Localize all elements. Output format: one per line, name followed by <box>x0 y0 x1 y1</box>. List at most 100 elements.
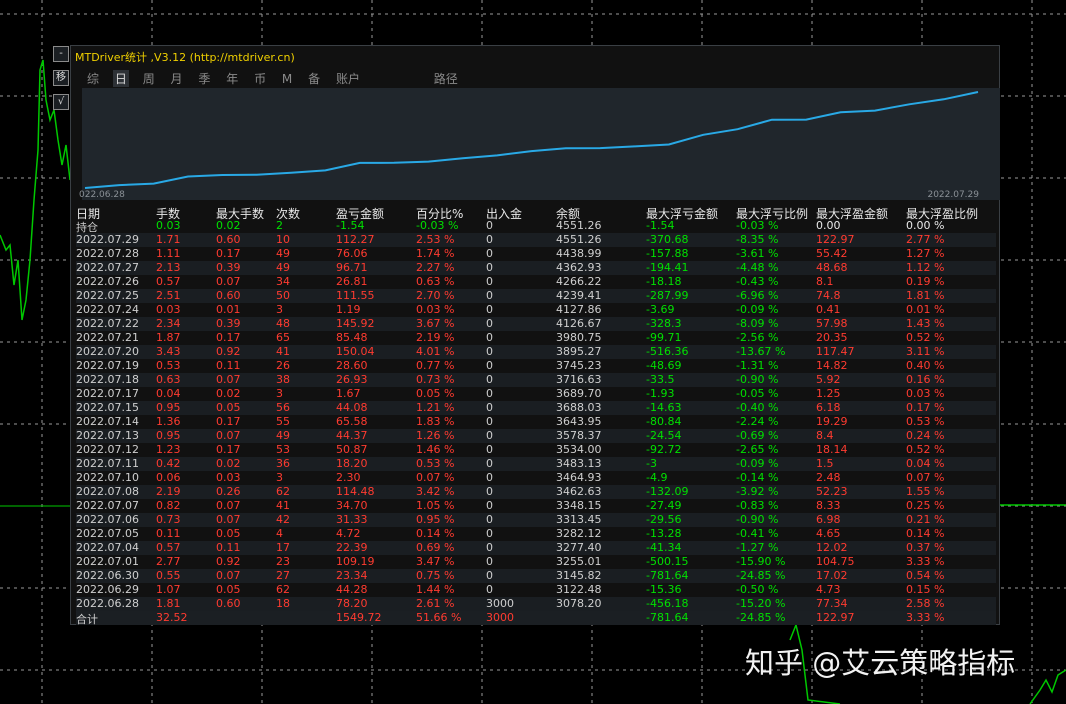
cell-max-lots: 0.17 <box>216 443 241 456</box>
cell-max-float-profit-pct: 3.33 % <box>906 611 945 624</box>
table-row[interactable]: 2022.06.28 1.81 0.60 18 78.20 2.61 % 3000 3078.… <box>76 597 996 611</box>
table-row[interactable]: 2022.06.30 0.55 0.07 27 23.34 0.75 % 0 3145.82 -… <box>76 569 996 583</box>
table-row[interactable]: 2022.07.26 0.57 0.07 34 26.81 0.63 % 0 4266.22 -… <box>76 275 996 289</box>
table-row[interactable]: 2022.07.08 2.19 0.26 62 114.48 3.42 % 0 3462.63… <box>76 485 996 499</box>
table-row[interactable]: 2022.07.28 1.11 0.17 49 76.06 1.74 % 0 4438.99 -… <box>76 247 996 261</box>
cell-max-float-profit-pct: 3.33 % <box>906 555 945 568</box>
cell-lots: 1.36 <box>156 415 181 428</box>
table-row[interactable]: 2022.07.29 1.71 0.60 10 112.27 2.53 % 0 4551.26… <box>76 233 996 247</box>
table-row[interactable]: 2022.07.20 3.43 0.92 41 150.04 4.01 % 0 3895.27… <box>76 345 996 359</box>
tab-month[interactable]: 月 <box>169 70 185 87</box>
cell-lots: 0.82 <box>156 499 181 512</box>
cell-max-float-loss-pct: -3.61 % <box>736 247 779 260</box>
cell-date: 2022.07.20 <box>76 345 139 358</box>
cell-max-float-profit: 1.5 <box>816 457 834 470</box>
cell-pnl: 26.81 <box>336 275 368 288</box>
tab-path[interactable]: 路径 <box>432 70 460 87</box>
table-row[interactable]: 2022.07.01 2.77 0.92 23 109.19 3.47 % 0 3255.01… <box>76 555 996 569</box>
cell-max-lots: 0.05 <box>216 401 241 414</box>
cell-pnl: 1.67 <box>336 387 361 400</box>
table-row[interactable]: 2022.07.22 2.34 0.39 48 145.92 3.67 % 0 4126.67… <box>76 317 996 331</box>
cell-date: 2022.07.26 <box>76 275 139 288</box>
table-row[interactable]: 2022.07.27 2.13 0.39 49 96.71 2.27 % 0 4362.93 -… <box>76 261 996 275</box>
cell-pnl: 4.72 <box>336 527 361 540</box>
window-title: MTDriver统计 ,V3.12 (http://mtdriver.cn) <box>75 51 295 64</box>
cell-date: 2022.07.28 <box>76 247 139 260</box>
cell-count: 48 <box>276 317 290 330</box>
table-row[interactable]: 2022.07.15 0.95 0.05 56 44.08 1.21 % 0 3688.03 -… <box>76 401 996 415</box>
cell-balance: 4239.41 <box>556 289 602 302</box>
cell-pnl: 112.27 <box>336 233 375 246</box>
table-row[interactable]: 2022.06.29 1.07 0.05 62 44.28 1.44 % 0 3122.48 -… <box>76 583 996 597</box>
tab-account[interactable]: 账户 <box>334 70 362 87</box>
tab-day[interactable]: 日 <box>112 70 129 87</box>
cell-max-float-profit-pct: 0.25 % <box>906 499 945 512</box>
cell-max-float-profit-pct: 2.77 % <box>906 233 945 246</box>
cell-count: 49 <box>276 429 290 442</box>
cell-max-float-profit-pct: 3.11 % <box>906 345 945 358</box>
table-row[interactable]: 2022.07.05 0.11 0.05 4 4.72 0.14 % 0 3282.12 -13… <box>76 527 996 541</box>
cell-max-float-profit: 8.4 <box>816 429 834 442</box>
cell-deposit: 0 <box>486 541 493 554</box>
tab-backup[interactable]: 备 <box>306 70 322 87</box>
table-row[interactable]: 2022.07.14 1.36 0.17 55 65.58 1.83 % 0 3643.95 -… <box>76 415 996 429</box>
cell-deposit: 0 <box>486 429 493 442</box>
cell-max-float-loss: -328.3 <box>646 317 682 330</box>
cell-lots: 0.55 <box>156 569 181 582</box>
table-header: 日期 手数 最大手数 次数 盈亏金额 百分比% 出入金 余额 最大浮亏金额 最大浮亏比例 最大浮盈金… <box>76 205 996 221</box>
cell-balance: 4126.67 <box>556 317 602 330</box>
tab-year[interactable]: 年 <box>224 70 240 87</box>
cell-deposit: 0 <box>486 499 493 512</box>
cell-pnl: 1549.72 <box>336 611 382 624</box>
table-row[interactable]: 2022.07.10 0.06 0.03 3 2.30 0.07 % 0 3464.93 -4.… <box>76 471 996 485</box>
table-row[interactable]: 2022.07.19 0.53 0.11 26 28.60 0.77 % 0 3745.23 -… <box>76 359 996 373</box>
table-row[interactable]: 2022.07.24 0.03 0.01 3 1.19 0.03 % 0 4127.86 -3.… <box>76 303 996 317</box>
move-button[interactable]: 移 <box>53 70 69 86</box>
cell-max-float-profit: 122.97 <box>816 233 855 246</box>
cell-percent: 1.21 % <box>416 401 455 414</box>
cell-max-lots: 0.07 <box>216 429 241 442</box>
table-row[interactable]: 2022.07.04 0.57 0.11 17 22.39 0.69 % 0 3277.40 -… <box>76 541 996 555</box>
cell-max-float-loss-pct: -2.56 % <box>736 331 779 344</box>
cell-count: 49 <box>276 247 290 260</box>
table-row[interactable]: 2022.07.07 0.82 0.07 41 34.70 1.05 % 0 3348.15 -… <box>76 499 996 513</box>
cell-pnl: 114.48 <box>336 485 375 498</box>
table-row[interactable]: 2022.07.11 0.42 0.02 36 18.20 0.53 % 0 3483.13 -… <box>76 457 996 471</box>
cell-max-lots: 0.02 <box>216 219 241 232</box>
tab-week[interactable]: 周 <box>141 70 157 87</box>
tab-magic[interactable]: M <box>280 72 294 86</box>
cell-max-float-profit: 14.82 <box>816 359 848 372</box>
table-row[interactable]: 2022.07.17 0.04 0.02 3 1.67 0.05 % 0 3689.70 -1.… <box>76 387 996 401</box>
table-row[interactable]: 2022.07.21 1.87 0.17 65 85.48 2.19 % 0 3980.75 -… <box>76 331 996 345</box>
cell-date: 2022.07.25 <box>76 289 139 302</box>
cell-pnl: 78.20 <box>336 597 368 610</box>
cell-pnl: 50.87 <box>336 443 368 456</box>
watermark: 知乎 @艾云策略指标 <box>745 646 1016 680</box>
table-row[interactable]: 2022.07.06 0.73 0.07 42 31.33 0.95 % 0 3313.45 -… <box>76 513 996 527</box>
table-row[interactable]: 2022.07.25 2.51 0.60 50 111.55 2.70 % 0 4239.41… <box>76 289 996 303</box>
cell-max-float-profit: 0.41 <box>816 303 841 316</box>
cell-max-float-profit-pct: 0.17 % <box>906 401 945 414</box>
cell-deposit: 0 <box>486 471 493 484</box>
cell-balance: 4551.26 <box>556 233 602 246</box>
cell-deposit: 0 <box>486 247 493 260</box>
table-row[interactable]: 2022.07.13 0.95 0.07 49 44.37 1.26 % 0 3578.37 -… <box>76 429 996 443</box>
confirm-button[interactable]: √ <box>53 94 69 110</box>
table-row[interactable]: 2022.07.18 0.63 0.07 38 26.93 0.73 % 0 3716.63 -… <box>76 373 996 387</box>
table-row[interactable]: 2022.07.12 1.23 0.17 53 50.87 1.46 % 0 3534.00 -… <box>76 443 996 457</box>
cell-date: 2022.07.22 <box>76 317 139 330</box>
tab-quarter[interactable]: 季 <box>196 70 212 87</box>
tab-summary[interactable]: 综 <box>85 70 101 87</box>
cell-balance: 4362.93 <box>556 261 602 274</box>
cell-count: 55 <box>276 415 290 428</box>
cell-pnl: 18.20 <box>336 457 368 470</box>
minimize-button[interactable]: - <box>53 46 69 62</box>
tab-currency[interactable]: 币 <box>252 70 268 87</box>
cell-max-float-loss-pct: -2.65 % <box>736 443 779 456</box>
cell-max-lots: 0.05 <box>216 583 241 596</box>
cell-max-lots: 0.17 <box>216 247 241 260</box>
cell-max-float-profit: 55.42 <box>816 247 848 260</box>
cell-percent: 0.05 % <box>416 387 455 400</box>
cell-max-float-loss: -194.41 <box>646 261 689 274</box>
cell-max-float-loss: -516.36 <box>646 345 689 358</box>
